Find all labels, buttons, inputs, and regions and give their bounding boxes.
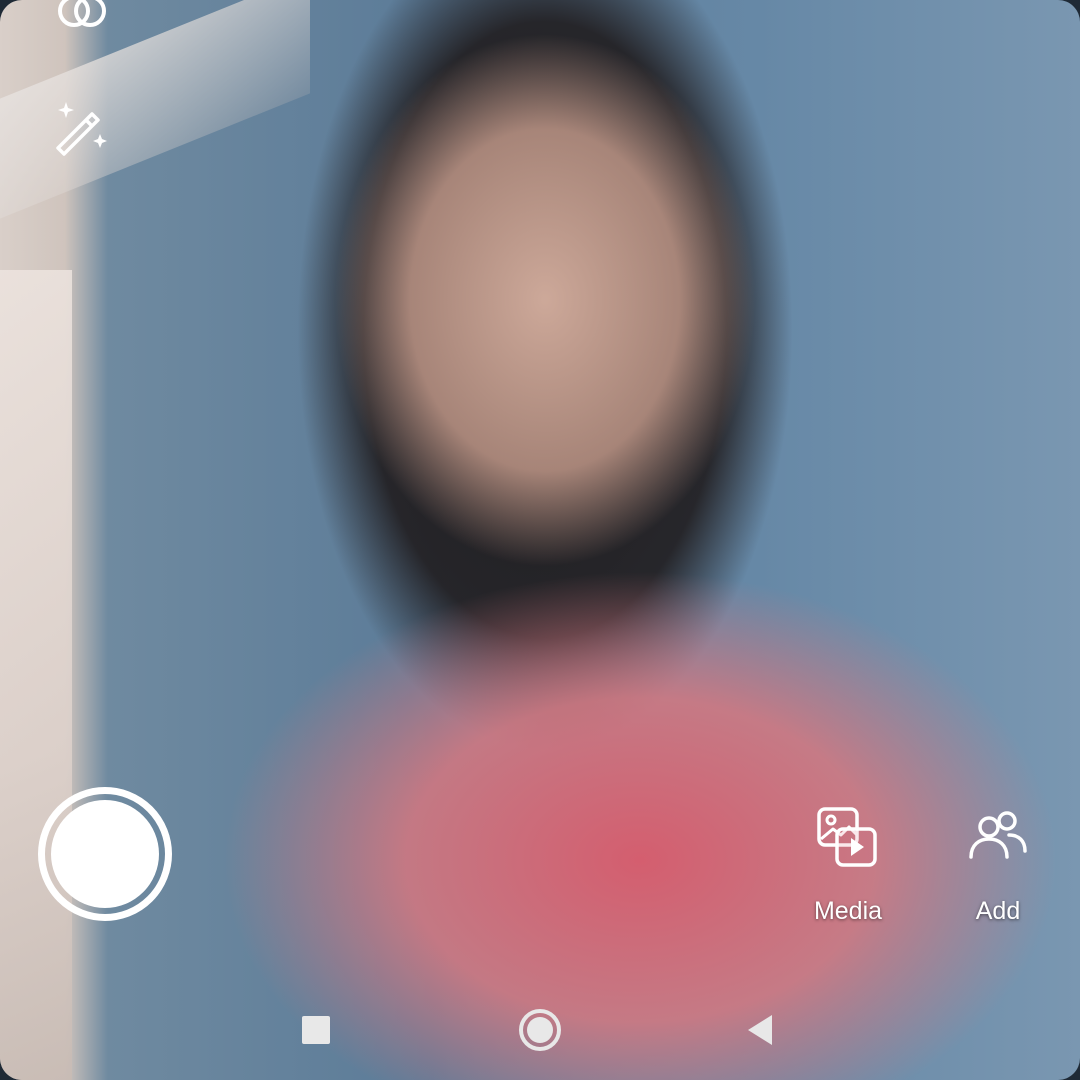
effects-icon [58, 0, 106, 27]
effects-button[interactable] [50, 0, 114, 40]
add-label: Add [975, 897, 1021, 925]
home-button[interactable] [512, 1002, 568, 1058]
back-triangle-icon [748, 1015, 772, 1045]
background-door [0, 270, 72, 1080]
background-ceiling [0, 0, 310, 227]
camera-screen: Media Add [0, 0, 1080, 1080]
recents-square-icon [302, 1016, 330, 1044]
back-button[interactable] [732, 1002, 788, 1058]
magic-wand-button[interactable] [48, 98, 114, 160]
media-button[interactable]: Media [788, 805, 908, 926]
system-navigation-bar [0, 980, 1080, 1080]
shutter-icon [51, 800, 159, 908]
media-gallery-icon [817, 807, 877, 867]
recents-button[interactable] [288, 1002, 344, 1058]
media-label: Media [813, 897, 883, 925]
add-button[interactable]: Add [938, 805, 1058, 926]
add-people-icon [969, 811, 1027, 859]
home-circle-icon [519, 1009, 561, 1051]
magic-wand-icon [56, 102, 107, 156]
shutter-button[interactable] [38, 787, 172, 921]
